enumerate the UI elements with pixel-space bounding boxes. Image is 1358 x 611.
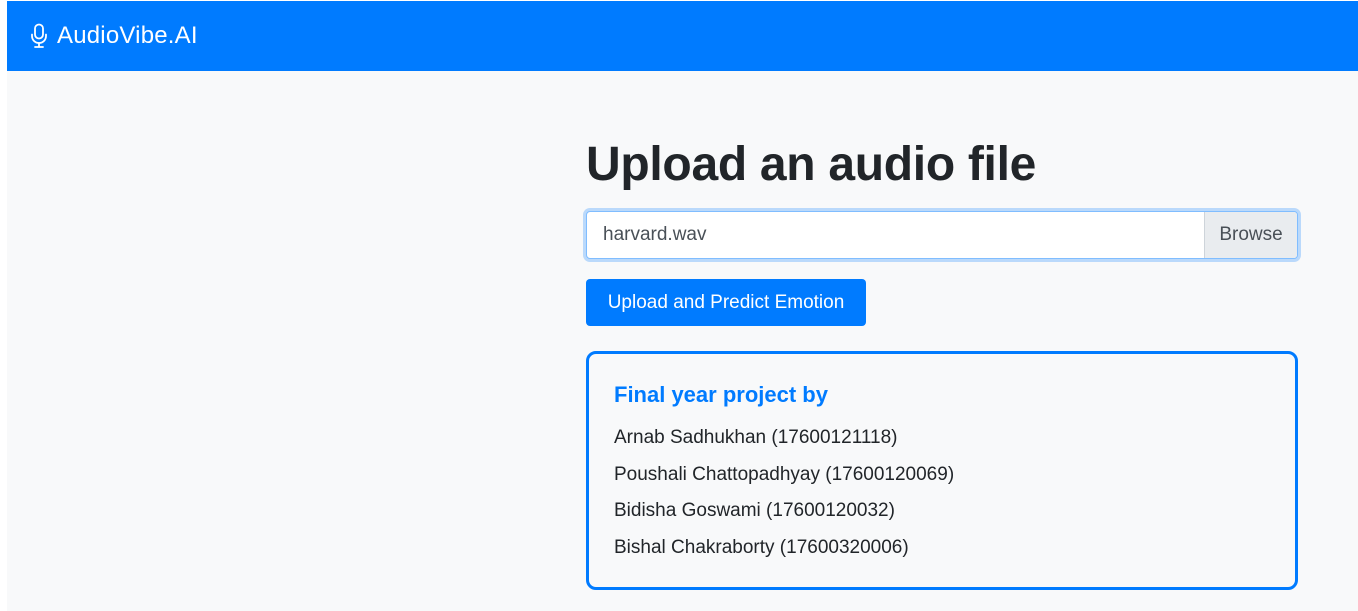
file-name-field[interactable]: harvard.wav: [587, 212, 1204, 258]
credits-title: Final year project by: [614, 382, 828, 407]
brand-link[interactable]: AudioVibe.AI: [29, 1, 198, 71]
list-item: Bishal Chakraborty (17600320006): [614, 536, 909, 558]
member-list: Arnab Sadhukhan (17600121118) Poushali C…: [614, 424, 954, 570]
list-item: Arnab Sadhukhan (17600121118): [614, 427, 898, 448]
credits-card: Final year project by Arnab Sadhukhan (1…: [586, 351, 1298, 590]
upload-predict-button[interactable]: Upload and Predict Emotion: [586, 279, 866, 326]
file-input[interactable]: harvard.wav Browse: [586, 211, 1298, 259]
list-item: Bidisha Goswami (17600120032): [614, 500, 895, 521]
page: AudioVibe.AI Upload an audio file harvar…: [7, 1, 1358, 611]
navbar: AudioVibe.AI: [7, 1, 1358, 71]
brand-name: AudioVibe.AI: [57, 22, 198, 49]
browse-button[interactable]: Browse: [1204, 212, 1297, 258]
page-title: Upload an audio file: [586, 138, 1037, 191]
list-item: Poushali Chattopadhyay (17600120069): [614, 463, 955, 485]
microphone-icon: [29, 23, 49, 49]
